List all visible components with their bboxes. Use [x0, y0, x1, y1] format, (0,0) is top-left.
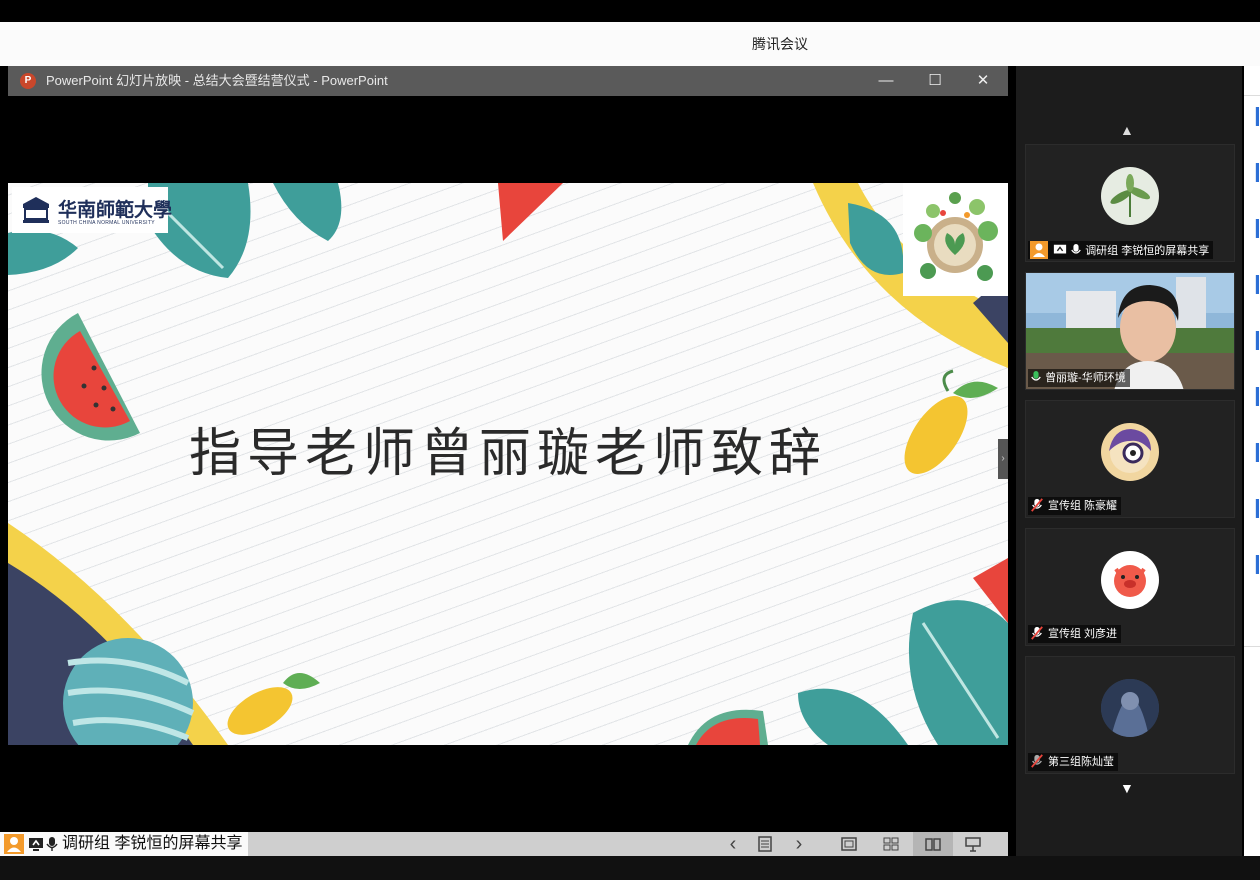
chat-fragment: ▎	[1256, 390, 1260, 406]
avatar	[1101, 423, 1159, 481]
chat-fragment: ▎	[1256, 334, 1260, 350]
participant-name: 宣传组 刘彦进	[1048, 628, 1118, 640]
participant-name: 曾丽璇-华师环境	[1045, 372, 1126, 384]
chat-fragment: ▎	[1256, 110, 1260, 126]
chat-fragment: ▎	[1256, 558, 1260, 574]
chat-panel-header	[1244, 66, 1260, 96]
grid-view-icon[interactable]	[876, 832, 906, 856]
powerpoint-icon: P	[20, 73, 36, 89]
slideshow-view-icon[interactable]	[958, 832, 988, 856]
shared-screen: P PowerPoint 幻灯片放映 - 总结大会暨结营仪式 - PowerPo…	[0, 66, 1008, 856]
participant-tile[interactable]: 曾丽璇-华师环境	[1025, 272, 1235, 390]
university-logo: 华南師範大學 SOUTH CHINA NORMAL UNIVERSITY	[12, 187, 172, 233]
microphone-icon	[1071, 244, 1081, 254]
chat-fragment: ▎	[1256, 502, 1260, 518]
avatar	[1101, 679, 1159, 737]
user-icon	[4, 834, 24, 854]
avatar	[1101, 551, 1159, 609]
chat-fragment: ▎	[1256, 278, 1260, 294]
screen-share-icon	[1053, 244, 1067, 254]
chat-fragment: ▎	[1256, 166, 1260, 182]
eco-emblem	[903, 183, 1008, 296]
prev-slide-button[interactable]: ‹	[718, 832, 748, 856]
participant-name: 调研组 李锐恒的屏幕共享	[1085, 245, 1210, 257]
scroll-down-button[interactable]: ▼	[1120, 780, 1134, 796]
scroll-up-button[interactable]: ▲	[1120, 122, 1134, 138]
participant-label: 第三组陈灿莹	[1028, 753, 1118, 771]
slide-title: 指导老师曾丽璇老师致辞	[188, 424, 827, 484]
user-icon	[1030, 241, 1048, 259]
ppt-window-title: PowerPoint 幻灯片放映 - 总结大会暨结营仪式 - PowerPoin…	[46, 73, 388, 88]
reading-view-icon[interactable]	[913, 832, 953, 856]
university-name-en: SOUTH CHINA NORMAL UNIVERSITY	[58, 220, 155, 226]
app-title-bar: 腾讯会议	[0, 22, 1260, 66]
side-panel-handle[interactable]: ›	[998, 439, 1008, 479]
maximize-button[interactable]: ☐	[912, 66, 958, 96]
share-toolbar: 调研组 李锐恒的屏幕共享 ‹ ›	[0, 832, 1008, 856]
slide-sorter-icon[interactable]	[750, 832, 780, 856]
participant-tile[interactable]: 宣传组 刘彦进	[1025, 528, 1235, 646]
slide: 华南師範大學 SOUTH CHINA NORMAL UNIVERSITY 指导老…	[8, 183, 1008, 745]
university-name: 华南師範大學	[58, 199, 173, 221]
microphone-muted-icon	[1031, 626, 1043, 640]
participant-tile[interactable]: 调研组 李锐恒的屏幕共享	[1025, 144, 1235, 262]
normal-view-icon[interactable]	[834, 832, 864, 856]
microphone-icon	[46, 837, 58, 851]
chat-panel-edge: ▎ ▎ ▎ ▎ ▎ ▎ ▎ ▎ ▎	[1244, 66, 1260, 856]
divider	[1244, 646, 1260, 647]
participant-label: 调研组 李锐恒的屏幕共享	[1028, 241, 1214, 259]
participant-tile[interactable]: 宣传组 陈豪耀	[1025, 400, 1235, 518]
participant-panel: ▲ 调研组 李锐恒的屏幕共享 曾丽璇-华师环境 宣传组 陈豪耀 宣传组 刘彦进 …	[1016, 66, 1242, 856]
screen-share-icon	[29, 838, 43, 851]
microphone-muted-icon	[1031, 754, 1043, 768]
university-emblem-icon	[23, 197, 49, 223]
share-label: 调研组 李锐恒的屏幕共享	[62, 835, 243, 852]
chat-fragment: ▎	[1256, 446, 1260, 462]
next-slide-button[interactable]: ›	[784, 832, 814, 856]
participant-name: 第三组陈灿莹	[1048, 756, 1114, 768]
chat-fragment: ▎	[1256, 222, 1260, 238]
participant-label: 曾丽璇-华师环境	[1028, 369, 1130, 387]
microphone-muted-icon	[1031, 498, 1043, 512]
close-button[interactable]: ✕	[960, 66, 1006, 96]
participant-label: 宣传组 陈豪耀	[1028, 497, 1122, 515]
avatar	[1101, 167, 1159, 225]
participant-label: 宣传组 刘彦进	[1028, 625, 1122, 643]
participant-name: 宣传组 陈豪耀	[1048, 500, 1118, 512]
app-title: 腾讯会议	[752, 36, 808, 52]
minimize-button[interactable]: —	[863, 66, 909, 96]
microphone-active-icon	[1031, 371, 1041, 381]
ppt-title-bar: P PowerPoint 幻灯片放映 - 总结大会暨结营仪式 - PowerPo…	[8, 66, 1008, 96]
participant-tile[interactable]: 第三组陈灿莹	[1025, 656, 1235, 774]
bottom-bar	[0, 856, 1260, 880]
